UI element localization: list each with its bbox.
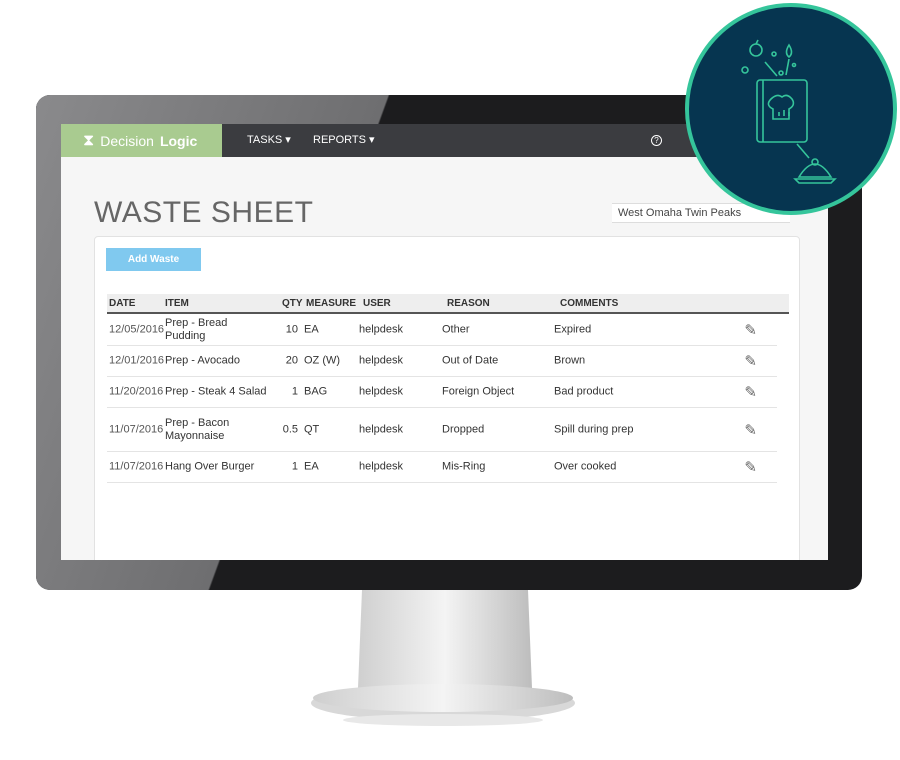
brand-name-bold: Logic — [159, 132, 198, 149]
cell-reason: Dropped — [442, 423, 485, 435]
pencil-icon[interactable]: ✎ — [744, 383, 757, 401]
nav-reports[interactable]: REPORTS ▾ — [313, 124, 375, 157]
cell-date: 11/20/2016 — [109, 385, 164, 398]
cell-qty: 20 — [285, 354, 298, 367]
cell-item: Prep - Avocado — [165, 354, 241, 367]
cell-comments: Over cooked — [554, 460, 617, 473]
col-date[interactable]: DATE — [109, 298, 135, 309]
col-comments[interactable]: COMMENTS — [560, 298, 618, 309]
cell-date: 11/07/2016 — [109, 460, 164, 473]
nav-tasks[interactable]: TASKS ▾ — [247, 124, 291, 157]
cell-user: helpdesk — [359, 354, 404, 367]
table-row[interactable]: 12/05/2016 Prep - Bread Pudding 10 EA he… — [107, 315, 777, 346]
pencil-icon[interactable]: ✎ — [744, 421, 757, 439]
cell-item: Prep - Bread Pudding — [165, 317, 228, 342]
cell-date: 12/01/2016 — [109, 354, 165, 367]
cell-item: Prep - Steak 4 Salad — [165, 385, 267, 398]
cell-measure: OZ (W) — [304, 354, 341, 367]
pencil-icon[interactable]: ✎ — [744, 352, 757, 370]
cell-reason: Mis-Ring — [442, 460, 486, 473]
cell-user: helpdesk — [359, 323, 404, 336]
table-row[interactable]: 11/20/2016 Prep - Steak 4 Salad 1 BAG he… — [107, 377, 777, 408]
cell-item: Prep - Bacon Mayonnaise — [165, 416, 230, 442]
cell-measure: BAG — [304, 385, 328, 398]
cell-measure: EA — [304, 323, 319, 336]
cell-qty: 1 — [291, 460, 298, 473]
table-header: DATE ITEM QTY MEASURE USER REASON COMMEN… — [107, 294, 789, 314]
cell-comments: Expired — [554, 323, 592, 336]
col-user[interactable]: USER — [363, 298, 391, 309]
recipe-badge — [685, 3, 897, 215]
brand-logo[interactable]: ⧗ Decision Logic — [61, 124, 222, 157]
col-item[interactable]: ITEM — [165, 298, 189, 309]
cell-comments: Brown — [554, 354, 586, 367]
table-row[interactable]: 11/07/2016 Hang Over Burger 1 EA helpdes… — [107, 452, 777, 483]
help-icon[interactable]: ? — [651, 135, 662, 146]
table-row[interactable]: 11/07/2016 Prep - Bacon Mayonnaise 0.5 Q… — [107, 408, 777, 452]
logo-icon: ⧗ — [83, 131, 95, 149]
cell-item: Hang Over Burger — [165, 460, 255, 473]
waste-card: Add Waste DATE ITEM QTY MEASURE USER REA… — [94, 236, 800, 560]
add-waste-button[interactable]: Add Waste — [106, 248, 201, 271]
brand-name: Decision — [100, 132, 154, 149]
table-row[interactable]: 12/01/2016 Prep - Avocado 20 OZ (W) help… — [107, 346, 777, 377]
cell-date: 12/05/2016 — [109, 323, 165, 336]
cell-comments: Spill during prep — [554, 423, 634, 435]
cell-reason: Foreign Object — [442, 385, 515, 398]
recipe-book-icon — [741, 39, 837, 184]
col-reason[interactable]: REASON — [447, 298, 490, 309]
cell-reason: Out of Date — [442, 354, 499, 367]
page-title: WASTE SHEET — [94, 196, 314, 229]
cell-user: helpdesk — [359, 423, 404, 435]
cell-comments: Bad product — [554, 385, 614, 398]
cell-measure: QT — [304, 423, 320, 435]
monitor-stand — [311, 590, 575, 726]
pencil-icon[interactable]: ✎ — [744, 321, 757, 339]
cell-measure: EA — [304, 460, 319, 473]
cell-reason: Other — [442, 323, 470, 336]
cell-qty: 0.5 — [282, 423, 298, 435]
col-qty[interactable]: QTY — [282, 298, 303, 309]
cell-user: helpdesk — [359, 385, 404, 398]
pencil-icon[interactable]: ✎ — [744, 458, 757, 476]
col-measure[interactable]: MEASURE — [306, 298, 356, 309]
cell-user: helpdesk — [359, 460, 404, 473]
cell-qty: 1 — [291, 385, 298, 398]
cell-date: 11/07/2016 — [109, 423, 164, 435]
cell-qty: 10 — [285, 323, 298, 336]
